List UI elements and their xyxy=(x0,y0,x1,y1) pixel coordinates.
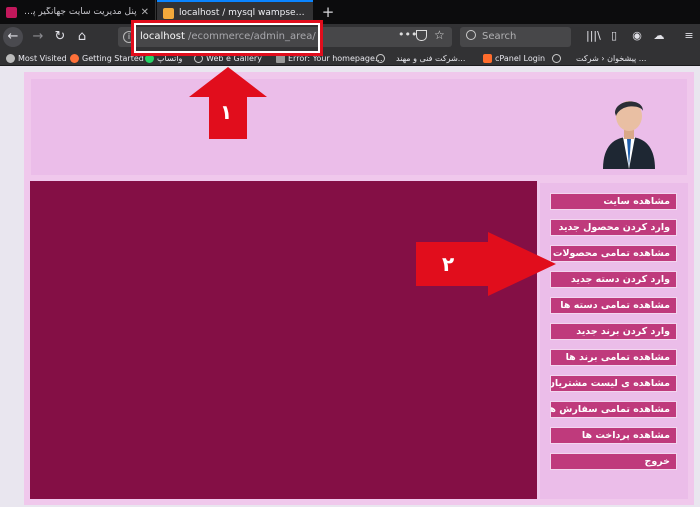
firefox-icon xyxy=(70,53,79,63)
search-icon xyxy=(466,30,476,40)
close-tab-icon[interactable]: ✕ xyxy=(141,7,149,18)
menu-view-brands[interactable]: مشاهده تمامی برند ها xyxy=(550,349,677,366)
sidebar-icon[interactable]: ▯ xyxy=(607,29,621,43)
phpmyadmin-favicon-icon xyxy=(163,7,174,19)
tab-title: localhost / mysql wampserver | ph xyxy=(179,8,307,18)
menu-view-orders[interactable]: مشاهده تمامی سفارش ها xyxy=(550,401,677,418)
pocket-icon[interactable] xyxy=(416,30,427,41)
menu-view-payments[interactable]: مشاهده پرداخت ها xyxy=(550,427,677,444)
menu-view-site[interactable]: مشاهده سایت xyxy=(550,193,677,210)
bookmark-most-visited[interactable]: Most Visited xyxy=(6,51,67,65)
search-field[interactable]: Search xyxy=(460,27,571,47)
main-content-area xyxy=(30,181,537,499)
site-favicon-icon xyxy=(6,6,17,18)
menu-view-products[interactable]: مشاهده تمامی محصولات xyxy=(550,245,677,262)
cpanel-icon xyxy=(483,53,492,63)
menu-logout[interactable]: خروج xyxy=(550,453,677,470)
account-icon[interactable]: ◉ xyxy=(630,29,644,43)
sync-icon[interactable]: ☁ xyxy=(652,29,666,43)
annotation-label-2: ۲ xyxy=(442,252,455,276)
menu-insert-product[interactable]: وارد کردن محصول جدید xyxy=(550,219,677,236)
menu-view-customers[interactable]: مشاهده ی لیست مشتریان xyxy=(550,375,677,392)
forward-arrow-icon[interactable]: → xyxy=(28,27,48,47)
tab-bar: پنل مدیریت سایت جهانگیر پوکم ✕ localhost… xyxy=(0,0,700,24)
admin-sidebar-menu: مشاهده سایت وارد کردن محصول جدید مشاهده … xyxy=(540,183,688,499)
bookmark-dashboard[interactable]: پیشخوان ‹ شرکت ... xyxy=(552,51,646,65)
menu-icon[interactable]: ≡ xyxy=(682,29,696,43)
navigation-toolbar: ← → ↻ ⌂ i localhost /ecommerce/admin_are… xyxy=(0,24,700,50)
gear-icon xyxy=(6,53,15,63)
page-actions-icon[interactable]: ••• xyxy=(398,28,417,41)
reload-icon[interactable]: ↻ xyxy=(50,27,70,47)
annotation-label-1: ۱ xyxy=(220,100,233,124)
back-arrow-icon[interactable]: ← xyxy=(3,27,23,47)
address-highlight-box xyxy=(131,20,323,56)
bookmarks-toolbar: Most Visited Getting Started واتساپ Web … xyxy=(0,50,700,66)
page-viewport: مشاهده سایت وارد کردن محصول جدید مشاهده … xyxy=(0,67,700,507)
home-icon[interactable]: ⌂ xyxy=(72,27,92,47)
menu-view-categories[interactable]: مشاهده تمامی دسته ها xyxy=(550,297,677,314)
bookmark-star-icon[interactable]: ☆ xyxy=(434,28,445,42)
admin-avatar-icon xyxy=(603,101,655,169)
bookmark-company[interactable]: شرکت فنی و مهند... xyxy=(376,51,465,65)
annotation-arrow-left-icon xyxy=(416,232,556,296)
globe-icon xyxy=(376,53,385,63)
admin-wrapper: مشاهده سایت وارد کردن محصول جدید مشاهده … xyxy=(24,72,694,505)
globe-icon xyxy=(552,53,561,63)
menu-insert-category[interactable]: وارد کردن دسته جدید xyxy=(550,271,677,288)
admin-header xyxy=(31,79,687,175)
bookmark-cpanel[interactable]: cPanel Login xyxy=(483,51,545,65)
tab-title: پنل مدیریت سایت جهانگیر پوکم xyxy=(22,7,137,17)
search-placeholder: Search xyxy=(482,31,517,42)
library-icon[interactable]: |||\ xyxy=(586,29,601,43)
menu-insert-brand[interactable]: وارد کردن برند جدید xyxy=(550,323,677,340)
